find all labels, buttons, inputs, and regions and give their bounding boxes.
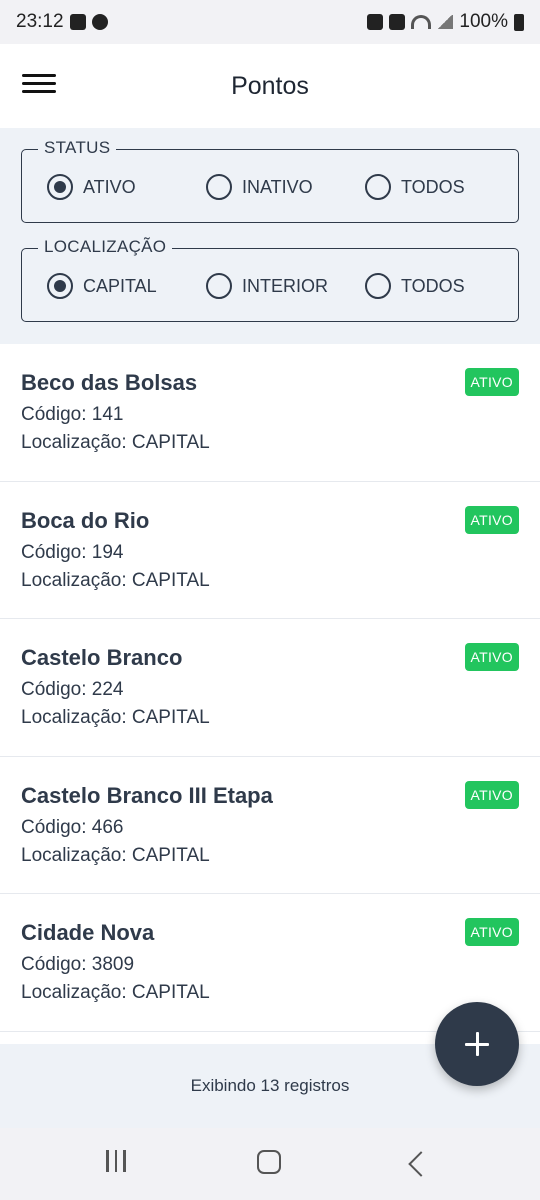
location-filter-legend: LOCALIZAÇÃO [38, 237, 173, 257]
item-location: Localização: CAPITAL [21, 569, 210, 591]
item-location: Localização: CAPITAL [21, 707, 210, 728]
radio-unselected-icon [206, 174, 232, 200]
item-location: Localização: CAPITAL [21, 982, 210, 1003]
item-code: Código: 466 [21, 816, 124, 838]
radio-status-todos[interactable]: TODOS [365, 174, 465, 200]
list-item[interactable]: Castelo Branco Código: 224 Localização: … [0, 619, 540, 757]
status-bar-left: 23:12 [16, 11, 108, 33]
radio-label: TODOS [401, 176, 465, 197]
location-filter-group: LOCALIZAÇÃO CAPITAL INTERIOR TODOS [21, 237, 519, 322]
radio-selected-icon [47, 273, 73, 299]
page-title: Pontos [231, 71, 309, 100]
system-nav-bar [0, 1128, 540, 1200]
radio-location-todos[interactable]: TODOS [365, 273, 465, 299]
radio-unselected-icon [206, 273, 232, 299]
battery-level: 100% [459, 11, 508, 32]
mute-icon [389, 14, 406, 30]
radio-unselected-icon [365, 273, 391, 299]
item-code: Código: 224 [21, 679, 124, 700]
status-badge: ATIVO [464, 505, 519, 534]
points-list: Beco das Bolsas Código: 141 Localização:… [0, 344, 540, 1044]
radio-label: INATIVO [242, 176, 313, 197]
radio-label: ATIVO [83, 176, 136, 197]
back-icon[interactable] [408, 1151, 434, 1177]
radio-selected-icon [47, 174, 73, 200]
item-name: Beco das Bolsas [21, 370, 198, 395]
hamburger-menu-icon[interactable] [22, 74, 56, 98]
records-count: Exibindo 13 registros [190, 1076, 350, 1095]
radio-location-interior[interactable]: INTERIOR [206, 273, 328, 299]
item-name: Boca do Rio [21, 507, 150, 533]
radio-label: INTERIOR [242, 275, 329, 296]
item-location: Localização: CAPITAL [21, 844, 210, 866]
plus-icon [465, 1032, 489, 1056]
status-filter-group: STATUS ATIVO INATIVO TODOS [21, 138, 519, 223]
app-bar: Pontos [0, 44, 540, 128]
item-code: Código: 194 [21, 541, 124, 563]
item-code: Código: 141 [21, 404, 124, 425]
clock: 23:12 [16, 11, 64, 32]
item-location: Localização: CAPITAL [21, 432, 210, 453]
radio-unselected-icon [365, 174, 391, 200]
status-badge: ATIVO [464, 918, 519, 946]
wifi-icon [411, 15, 432, 29]
image-icon [69, 14, 86, 30]
radio-location-capital[interactable]: CAPITAL [47, 273, 157, 299]
list-item[interactable]: Beco das Bolsas Código: 141 Localização:… [0, 344, 540, 482]
recent-apps-icon[interactable] [106, 1150, 132, 1178]
item-name: Castelo Branco III Etapa [21, 782, 273, 808]
home-icon[interactable] [257, 1150, 281, 1174]
filters-panel: STATUS ATIVO INATIVO TODOS LOCALIZAÇÃO C… [0, 128, 540, 344]
alarm-icon [367, 14, 384, 30]
item-name: Cidade Nova [21, 920, 155, 945]
status-bar-right: 100% [367, 11, 524, 33]
item-name: Castelo Branco [21, 645, 183, 670]
spotify-icon [91, 14, 108, 30]
radio-label: CAPITAL [83, 275, 157, 296]
status-badge: ATIVO [464, 368, 519, 396]
radio-status-ativo[interactable]: ATIVO [47, 174, 136, 200]
add-point-button[interactable] [435, 1002, 519, 1086]
battery-icon [514, 13, 524, 31]
status-filter-legend: STATUS [38, 138, 117, 158]
status-bar: 23:12 100% [0, 0, 540, 44]
list-item[interactable]: Castelo Branco III Etapa Código: 466 Loc… [0, 757, 540, 894]
signal-icon [437, 15, 454, 29]
status-badge: ATIVO [464, 780, 519, 809]
status-badge: ATIVO [464, 643, 519, 671]
radio-label: TODOS [401, 275, 465, 296]
item-code: Código: 3809 [21, 954, 135, 975]
radio-status-inativo[interactable]: INATIVO [206, 174, 313, 200]
list-item[interactable]: Boca do Rio Código: 194 Localização: CAP… [0, 482, 540, 619]
